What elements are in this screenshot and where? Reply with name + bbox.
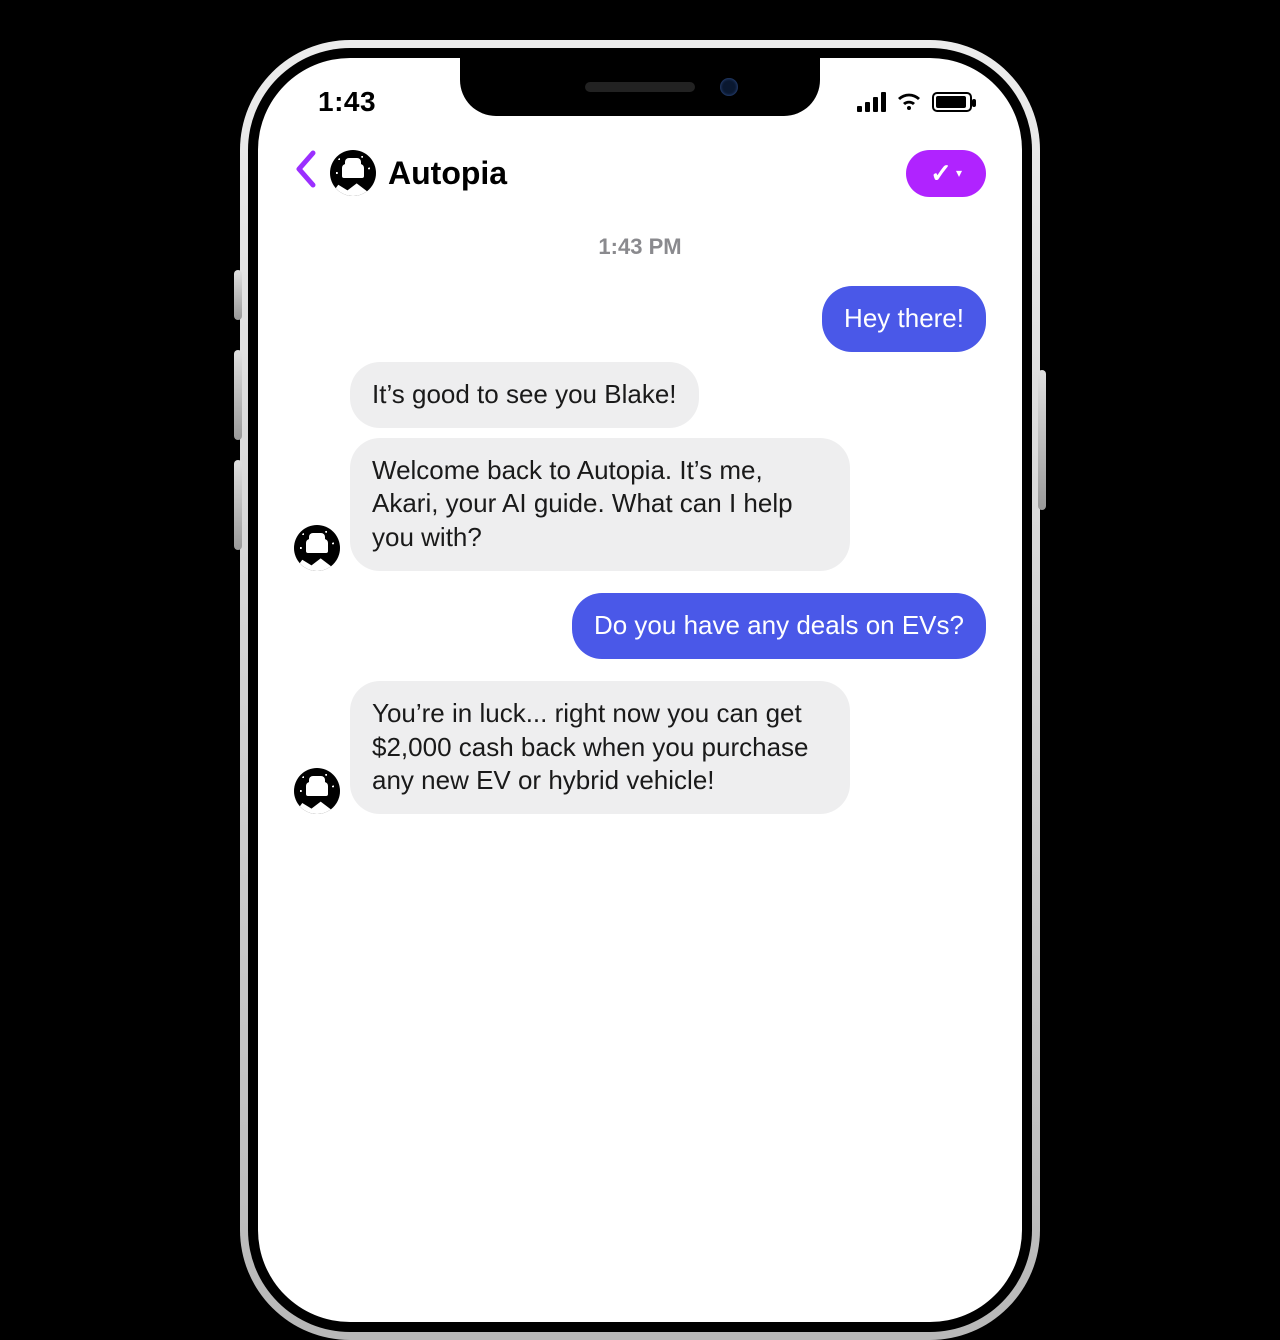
- user-message-bubble[interactable]: Hey there!: [822, 286, 986, 352]
- speaker-grille: [585, 82, 695, 92]
- bot-message-bubble[interactable]: You’re in luck... right now you can get …: [350, 681, 850, 814]
- volume-up-button: [234, 350, 242, 440]
- message-row: It’s good to see you Blake!: [294, 362, 986, 428]
- phone-screen: 1:43 Autopia: [258, 58, 1022, 1322]
- notch: [460, 58, 820, 116]
- done-button[interactable]: ✓ ▾: [906, 150, 986, 197]
- dropdown-caret-icon: ▾: [956, 166, 962, 180]
- checkmark-icon: ✓: [930, 158, 952, 189]
- autopia-logo-icon: [294, 768, 340, 814]
- chat-timestamp: 1:43 PM: [294, 234, 986, 260]
- phone-bezel: 1:43 Autopia: [248, 48, 1032, 1332]
- phone-frame: 1:43 Autopia: [240, 40, 1040, 1340]
- front-camera: [720, 78, 738, 96]
- message-row: You’re in luck... right now you can get …: [294, 681, 986, 814]
- bot-message-bubble[interactable]: Welcome back to Autopia. It’s me, Akari,…: [350, 438, 850, 571]
- avatar-slot: [294, 525, 340, 571]
- chat-scroll[interactable]: 1:43 PM Hey there! It’s good to see you …: [258, 218, 1022, 1322]
- message-row: Do you have any deals on EVs?: [294, 593, 986, 659]
- cellular-signal-icon: [857, 92, 886, 112]
- mute-switch: [234, 270, 242, 320]
- status-icons: [857, 92, 972, 112]
- chat-title: Autopia: [388, 155, 507, 192]
- message-row: Welcome back to Autopia. It’s me, Akari,…: [294, 438, 986, 571]
- user-message-bubble[interactable]: Do you have any deals on EVs?: [572, 593, 986, 659]
- stage: 1:43 Autopia: [0, 0, 1280, 1280]
- back-button[interactable]: [294, 150, 316, 196]
- message-row: Hey there!: [294, 286, 986, 352]
- chat-header: Autopia ✓ ▾: [258, 138, 1022, 208]
- avatar-slot: [294, 768, 340, 814]
- status-time: 1:43: [318, 86, 376, 118]
- wifi-icon: [896, 92, 922, 112]
- bot-message-bubble[interactable]: It’s good to see you Blake!: [350, 362, 699, 428]
- back-chevron-icon: [294, 150, 316, 188]
- autopia-logo-icon: [294, 525, 340, 571]
- battery-icon: [932, 92, 972, 112]
- volume-down-button: [234, 460, 242, 550]
- autopia-logo-icon: [330, 150, 376, 196]
- brand: Autopia: [330, 150, 892, 196]
- power-button: [1038, 370, 1046, 510]
